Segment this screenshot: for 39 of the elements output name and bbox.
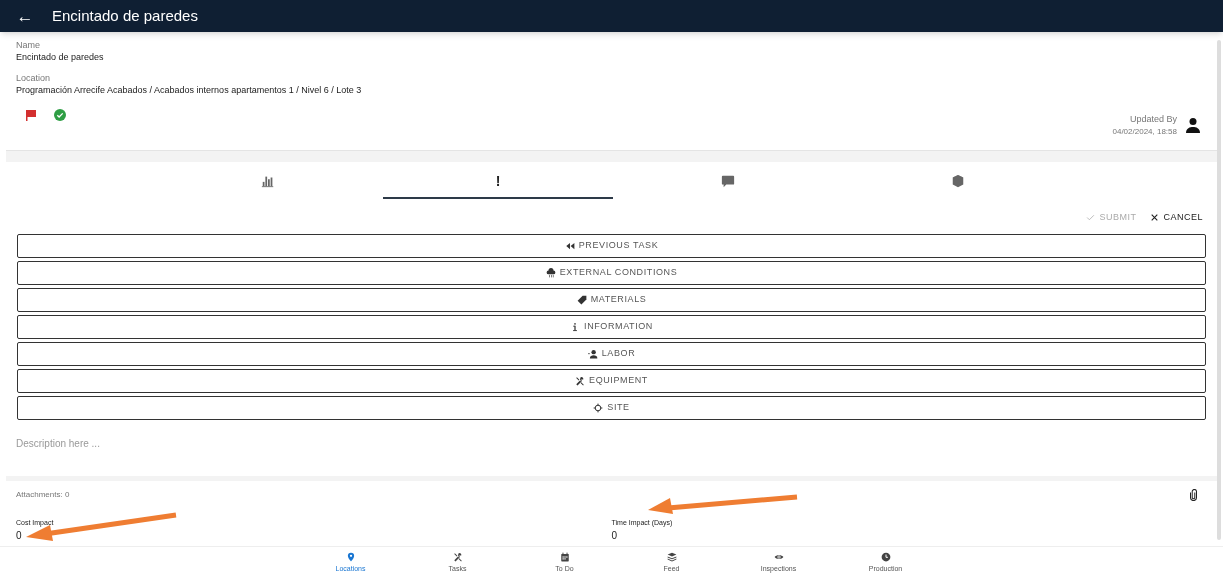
updated-label: Updated By <box>1129 113 1177 126</box>
calendar-icon <box>559 552 570 563</box>
field-value: Encintado de paredes <box>16 51 105 64</box>
layers-icon <box>666 552 677 563</box>
clock-icon <box>880 552 891 563</box>
updated-date: 04/02/2024, 18:58 <box>1112 126 1177 138</box>
cancel-button[interactable]: CANCEL <box>1150 211 1203 225</box>
category-button[interactable]: EXTERNAL CONDITIONS <box>17 260 1206 285</box>
field-label: Name <box>16 40 41 51</box>
check-icon <box>1086 213 1096 223</box>
paperclip-icon[interactable] <box>1190 488 1197 501</box>
category-button[interactable]: EQUIPMENT <box>17 368 1206 393</box>
back-button[interactable]: ← <box>15 7 35 25</box>
page-title: Encintado de paredes <box>52 5 198 26</box>
field-label: Location <box>16 73 52 84</box>
description-field[interactable]: Description here ... <box>16 435 1207 476</box>
close-icon <box>1150 213 1160 223</box>
category-button[interactable]: SITE <box>17 395 1206 420</box>
map-pin-icon <box>345 552 356 563</box>
bar-chart-icon <box>261 174 275 188</box>
crosshair-icon <box>593 402 604 413</box>
category-button[interactable]: LABOR <box>17 341 1206 366</box>
cloud-rain-icon <box>545 267 556 278</box>
tools-icon <box>452 552 463 563</box>
attachments-count: Attachments: 0 <box>16 488 70 501</box>
user-icon <box>1185 117 1201 133</box>
category-button[interactable]: MATERIALS <box>17 287 1206 312</box>
tag-icon <box>576 294 587 305</box>
rewind-icon <box>564 240 575 251</box>
speech-bubble-icon <box>721 174 735 188</box>
category-button[interactable]: INFORMATION <box>17 314 1206 339</box>
tab[interactable]: ! <box>383 165 613 199</box>
person-icon <box>587 348 598 359</box>
tools-icon <box>575 375 586 386</box>
field-value: Programación Arrecife Acabados / Acabados internos apartamentos 1 / Nivel 6 / Lote 3 <box>16 84 363 97</box>
category-button[interactable]: PREVIOUS TASK <box>17 233 1206 258</box>
scrollbar[interactable] <box>1217 40 1221 540</box>
field-value: 0 <box>611 528 618 543</box>
field-value: 0 <box>16 528 22 543</box>
